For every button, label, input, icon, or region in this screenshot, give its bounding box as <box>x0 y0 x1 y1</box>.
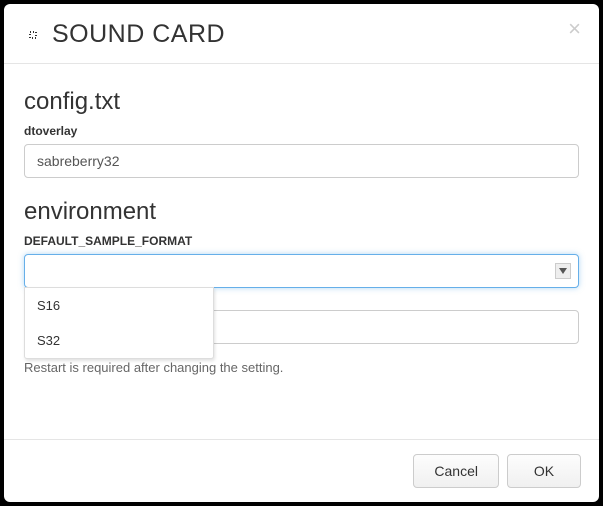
modal-header: SOUND CARD × <box>4 4 599 64</box>
default-sample-format-input[interactable] <box>24 254 579 288</box>
modal-body: config.txt dtoverlay environment DEFAULT… <box>4 64 599 439</box>
restart-note: Restart is required after changing the s… <box>24 360 579 375</box>
modal-dialog: SOUND CARD × config.txt dtoverlay enviro… <box>4 4 599 502</box>
dtoverlay-input[interactable] <box>24 144 579 178</box>
environment-section-heading: environment <box>24 198 579 226</box>
close-icon: × <box>568 16 581 41</box>
dtoverlay-label: dtoverlay <box>24 124 579 138</box>
cancel-button[interactable]: Cancel <box>413 454 499 488</box>
default-sample-format-select[interactable]: S16 S32 <box>24 254 579 288</box>
modal-footer: Cancel OK <box>4 439 599 502</box>
dropdown-option-s16[interactable]: S16 <box>25 288 213 323</box>
modal-title: SOUND CARD <box>52 20 225 49</box>
config-section-heading: config.txt <box>24 88 579 116</box>
sound-card-icon <box>24 26 42 44</box>
dropdown-option-s32[interactable]: S32 <box>25 323 213 358</box>
close-button[interactable]: × <box>568 18 581 40</box>
ok-button[interactable]: OK <box>507 454 581 488</box>
default-sample-format-label: DEFAULT_SAMPLE_FORMAT <box>24 234 579 248</box>
dropdown-list: S16 S32 <box>24 287 214 359</box>
